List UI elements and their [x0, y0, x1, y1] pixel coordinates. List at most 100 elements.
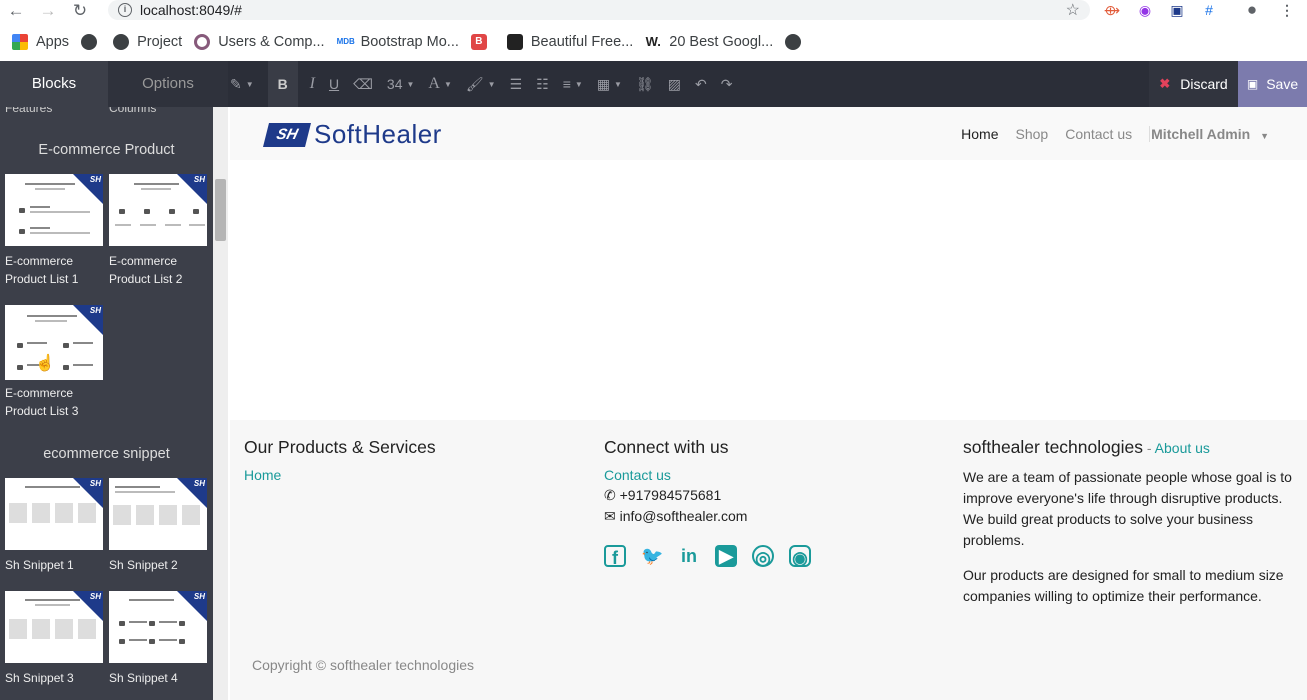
- facebook-icon[interactable]: f: [604, 545, 626, 568]
- bookmark-globe-2[interactable]: [785, 34, 809, 50]
- snippet-label[interactable]: Sh Snippet 1: [5, 556, 105, 574]
- snippet-thumb-product-list-3[interactable]: SH ☝: [5, 305, 103, 380]
- bookmark-label: Users & Comp...: [218, 34, 325, 50]
- footer-link-contact[interactable]: Contact us: [604, 467, 671, 483]
- footer-link-about[interactable]: About us: [1155, 440, 1210, 456]
- snippet-thumb-product-list-1[interactable]: SH: [5, 174, 103, 246]
- scrollbar-thumb[interactable]: [215, 179, 226, 241]
- snippet-label-features[interactable]: Features: [5, 107, 52, 115]
- bookmark-label: Project: [137, 34, 183, 50]
- snippet-thumb-product-list-2[interactable]: SH: [109, 174, 207, 246]
- discard-button[interactable]: ✖ Discard: [1149, 61, 1238, 107]
- twitter-icon[interactable]: 🐦: [641, 545, 663, 567]
- nav-home[interactable]: Home: [961, 126, 998, 142]
- snippet-label-columns[interactable]: Columns: [109, 107, 156, 115]
- site-info-icon[interactable]: i: [118, 3, 132, 17]
- snippet-label[interactable]: E-commerce Product List 1: [5, 252, 105, 288]
- bookmark-users[interactable]: Users & Comp...: [194, 34, 325, 50]
- address-bar[interactable]: i localhost:8049/# ☆: [108, 0, 1090, 20]
- bookmark-label: Beautiful Free...: [530, 34, 634, 50]
- magic-wand-icon[interactable]: ✎ ▼: [230, 76, 254, 93]
- phone-number: +917984575681: [619, 487, 722, 503]
- paint-brush-icon[interactable]: 🖌 ▼: [466, 76, 496, 93]
- copyright-text: Copyright © softhealer technologies: [252, 657, 474, 673]
- tab-blocks[interactable]: Blocks: [0, 61, 108, 107]
- bookmark-star-icon[interactable]: ☆: [1066, 0, 1080, 20]
- instagram-icon[interactable]: ◉: [789, 545, 811, 568]
- menu-kebab-icon[interactable]: ⋮: [1278, 1, 1296, 19]
- discard-label: Discard: [1180, 76, 1228, 92]
- font-size-dropdown[interactable]: 34 ▼: [387, 76, 415, 92]
- font-color-icon[interactable]: A ▼: [428, 75, 451, 93]
- save-icon: ▣: [1246, 77, 1259, 91]
- extension-icon[interactable]: ⟴: [1103, 1, 1121, 19]
- snippet-thumb-sh-2[interactable]: SH: [109, 478, 207, 550]
- user-menu[interactable]: Mitchell Admin ▼: [1149, 125, 1269, 142]
- hand-cursor-icon: ☝: [35, 355, 55, 372]
- user-name: Mitchell Admin: [1151, 125, 1251, 142]
- site-header: SH SoftHealer Home Shop Contact us Mitch…: [230, 107, 1307, 160]
- ordered-list-icon[interactable]: ☷: [536, 76, 549, 93]
- snippet-label[interactable]: Sh Snippet 2: [109, 556, 209, 574]
- grid-extension-icon[interactable]: #: [1200, 1, 1218, 19]
- building-icon: [506, 34, 523, 50]
- close-icon: ✖: [1159, 76, 1171, 91]
- w-icon: W.: [645, 34, 661, 49]
- undo-icon[interactable]: ↶: [695, 76, 707, 93]
- redo-icon[interactable]: ↷: [721, 76, 733, 93]
- bookmark-project[interactable]: Project: [113, 34, 182, 50]
- bookmark-beautiful[interactable]: Beautiful Free...: [506, 34, 634, 50]
- save-label: Save: [1266, 76, 1299, 92]
- phone-line: ✆ +917984575681: [604, 485, 944, 506]
- footer-heading: Our Products & Services: [244, 437, 436, 457]
- eraser-icon[interactable]: ⌫: [353, 76, 373, 93]
- italic-icon[interactable]: I: [310, 75, 315, 93]
- sidebar-scrollbar[interactable]: [213, 107, 228, 700]
- forward-icon[interactable]: →: [32, 1, 64, 21]
- caret-down-icon: ▼: [1260, 130, 1269, 141]
- bookmark-globe[interactable]: [81, 34, 105, 50]
- snippet-label[interactable]: Sh Snippet 3: [5, 669, 105, 687]
- company-name: softhealer technologies: [963, 437, 1143, 457]
- odoo-icon: [194, 34, 211, 50]
- snippet-thumb-sh-1[interactable]: SH: [5, 478, 103, 550]
- logo-mark: SH: [263, 122, 311, 147]
- back-icon[interactable]: ←: [0, 1, 32, 21]
- github-icon[interactable]: ◎: [752, 545, 774, 568]
- bookmark-b[interactable]: B: [470, 34, 495, 50]
- bookmark-20best[interactable]: W. 20 Best Googl...: [645, 34, 774, 50]
- snippet-thumb-sh-4[interactable]: SH: [109, 591, 207, 663]
- footer-link-home[interactable]: Home: [244, 467, 281, 483]
- reload-icon[interactable]: ↻: [64, 1, 96, 21]
- unordered-list-icon[interactable]: ☰: [510, 76, 523, 93]
- bold-icon[interactable]: B: [267, 61, 298, 107]
- nav-shop[interactable]: Shop: [1016, 126, 1049, 142]
- bookmark-apps[interactable]: Apps: [12, 34, 69, 50]
- about-text-2: Our products are designed for small to m…: [963, 567, 1284, 604]
- bookmark-bootstrap[interactable]: MDB Bootstrap Mo...: [337, 34, 459, 50]
- social-icons: f 🐦 in ▶ ◎ ◉: [604, 545, 944, 568]
- globe-icon: [81, 34, 98, 50]
- email-line: ✉ info@softhealer.com: [604, 506, 944, 527]
- align-icon[interactable]: ≡ ▼: [563, 76, 583, 92]
- image-icon[interactable]: ▨: [668, 76, 681, 93]
- nav-contact[interactable]: Contact us: [1065, 126, 1132, 142]
- underline-icon[interactable]: U: [329, 76, 339, 92]
- snippet-thumb-sh-3[interactable]: SH: [5, 591, 103, 663]
- table-icon[interactable]: ▦ ▼: [597, 76, 622, 93]
- save-button[interactable]: ▣ Save: [1238, 61, 1307, 107]
- snippet-label[interactable]: Sh Snippet 4: [109, 669, 209, 687]
- youtube-icon[interactable]: ▶: [715, 545, 737, 567]
- color-extension-icon[interactable]: ◉: [1136, 1, 1154, 19]
- softhealer-logo[interactable]: SH SoftHealer: [263, 119, 442, 150]
- section-title-ecommerce-product: E-commerce Product: [38, 142, 175, 158]
- tab-options[interactable]: Options: [108, 61, 228, 107]
- snippet-label[interactable]: E-commerce Product List 2: [109, 252, 209, 288]
- linkedin-icon[interactable]: in: [678, 545, 700, 567]
- profile-icon[interactable]: ●: [1243, 1, 1261, 19]
- phone-icon: ✆: [604, 487, 616, 503]
- link-icon[interactable]: ⛓: [636, 76, 654, 93]
- image-extension-icon[interactable]: ▣: [1168, 1, 1186, 19]
- snippet-label[interactable]: E-commerce Product List 3: [5, 384, 105, 420]
- footer-col-about: softhealer technologies - About us We ar…: [963, 437, 1298, 607]
